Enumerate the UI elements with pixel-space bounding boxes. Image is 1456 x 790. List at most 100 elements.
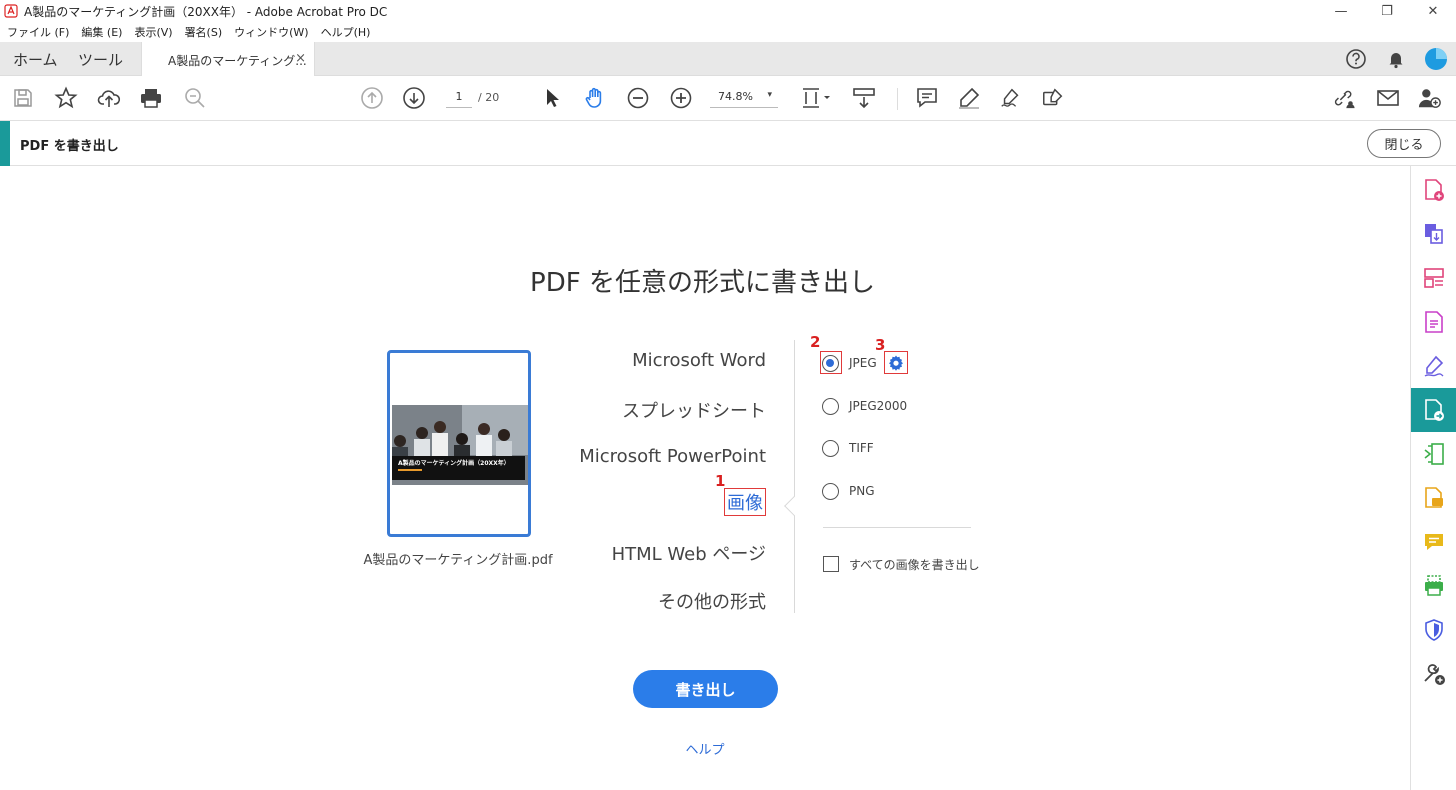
bookmark-star-icon[interactable] — [54, 86, 78, 110]
format-divider — [794, 340, 795, 613]
export-button[interactable]: 書き出し — [633, 670, 778, 708]
page-title: PDF を任意の形式に書き出し — [530, 268, 875, 298]
print-production-icon[interactable] — [1411, 564, 1456, 608]
share-link-icon[interactable] — [1332, 86, 1356, 110]
selection-pointer — [784, 496, 804, 516]
option-png[interactable]: PNG — [822, 481, 875, 501]
email-envelope-icon[interactable] — [1376, 86, 1400, 110]
accent-bar — [0, 121, 10, 166]
tab-close-button[interactable]: × — [295, 51, 306, 66]
select-cursor-icon[interactable] — [540, 86, 564, 110]
zoom-in-icon[interactable] — [669, 86, 693, 110]
menu-edit[interactable]: 編集 (E) — [81, 24, 122, 40]
page-fit-icon[interactable] — [800, 86, 832, 110]
gear-settings-icon[interactable] — [886, 353, 906, 373]
format-word[interactable]: Microsoft Word — [632, 350, 766, 371]
menu-view[interactable]: 表示(V) — [134, 24, 172, 40]
help-icon[interactable] — [1336, 48, 1376, 70]
menu-sign[interactable]: 署名(S) — [185, 24, 223, 40]
zoom-out-icon[interactable] — [626, 86, 650, 110]
comment-tool-icon[interactable] — [1411, 476, 1456, 520]
restore-button[interactable]: ❐ — [1364, 0, 1410, 22]
chevron-down-icon: ▾ — [767, 90, 772, 100]
add-user-icon[interactable] — [1418, 86, 1442, 110]
thumbnail-title: A製品のマーケティング計画（20XX年） — [398, 460, 510, 467]
notification-bell-icon[interactable] — [1376, 49, 1416, 69]
fill-sign-icon[interactable] — [1411, 344, 1456, 388]
tab-tools[interactable]: ツール — [78, 49, 123, 70]
edit-stamp-icon[interactable] — [1041, 86, 1065, 110]
search-zoom-icon[interactable] — [183, 86, 207, 110]
format-html[interactable]: HTML Web ページ — [612, 540, 766, 566]
annotation-number-1: 1 — [715, 472, 726, 490]
menu-bar: ファイル (F) 編集 (E) 表示(V) 署名(S) ウィンドウ(W) ヘルプ… — [0, 22, 1456, 42]
upload-cloud-icon[interactable] — [97, 86, 121, 110]
annotation-number-2: 2 — [810, 333, 821, 351]
tab-document[interactable]: A製品のマーケティング... × — [141, 42, 315, 76]
thumbnail-accent-line — [398, 469, 422, 471]
organize-pages-icon[interactable] — [1411, 256, 1456, 300]
next-page-icon[interactable] — [402, 86, 426, 110]
comment-note-icon[interactable] — [915, 86, 939, 110]
export-all-images-row[interactable]: すべての画像を書き出し — [823, 555, 980, 573]
radio-png[interactable] — [822, 482, 839, 500]
previous-page-icon[interactable] — [360, 86, 384, 110]
main-toolbar: 1 / 20 74.8% ▾ — [0, 76, 1456, 121]
compress-pdf-icon[interactable] — [1411, 432, 1456, 476]
save-icon[interactable] — [11, 86, 35, 110]
title-bar: A製品のマーケティング計画（20XX年） - Adobe Acrobat Pro… — [0, 0, 1456, 22]
export-all-images-label: すべての画像を書き出し — [849, 557, 980, 572]
format-other[interactable]: その他の形式 — [658, 588, 766, 614]
toolbar-divider — [897, 88, 898, 110]
minimize-button[interactable]: — — [1318, 0, 1364, 22]
create-pdf-icon[interactable] — [1411, 168, 1456, 212]
options-divider — [823, 527, 971, 528]
export-header-title: PDF を書き出し — [20, 139, 119, 154]
tools-sidebar — [1410, 166, 1456, 790]
radio-jpeg2000[interactable] — [822, 397, 839, 415]
comment-icon[interactable] — [1411, 520, 1456, 564]
format-spreadsheet[interactable]: スプレッドシート — [622, 397, 766, 423]
option-tiff-label: TIFF — [849, 441, 874, 455]
document-thumbnail: A製品のマーケティング計画（20XX年） — [387, 350, 531, 537]
export-header: PDF を書き出し 閉じる — [0, 121, 1456, 166]
option-jpeg-label: JPEG — [849, 356, 877, 370]
scroll-mode-icon[interactable] — [852, 86, 876, 110]
edit-pdf-icon[interactable] — [1411, 300, 1456, 344]
zoom-level-select[interactable]: 74.8% ▾ — [710, 90, 778, 108]
tab-bar: ホーム ツール A製品のマーケティング... × — [0, 42, 1456, 76]
help-link[interactable]: ヘルプ — [0, 739, 1410, 758]
highlight-pen-icon[interactable] — [957, 86, 981, 110]
close-button[interactable]: 閉じる — [1367, 129, 1441, 158]
option-tiff[interactable]: TIFF — [822, 438, 874, 458]
tab-document-label: A製品のマーケティング... — [168, 54, 307, 68]
menu-window[interactable]: ウィンドウ(W) — [234, 24, 308, 40]
menu-help[interactable]: ヘルプ(H) — [321, 24, 371, 40]
acrobat-app-icon — [4, 4, 18, 18]
option-png-label: PNG — [849, 484, 875, 498]
format-powerpoint[interactable]: Microsoft PowerPoint — [579, 446, 766, 467]
zoom-level-value: 74.8% — [718, 90, 753, 103]
export-pdf-icon[interactable] — [1411, 388, 1456, 432]
user-avatar[interactable] — [1416, 47, 1456, 71]
combine-files-icon[interactable] — [1411, 212, 1456, 256]
hand-tool-icon[interactable] — [583, 86, 607, 110]
print-icon[interactable] — [139, 86, 163, 110]
page-number-input[interactable]: 1 — [446, 90, 472, 108]
option-jpeg2000-label: JPEG2000 — [849, 399, 908, 413]
format-image[interactable]: 画像 — [724, 488, 766, 516]
protect-icon[interactable] — [1411, 608, 1456, 652]
more-tools-icon[interactable] — [1411, 652, 1456, 696]
export-all-images-checkbox[interactable] — [823, 556, 839, 572]
radio-tiff[interactable] — [822, 439, 839, 457]
menu-file[interactable]: ファイル (F) — [7, 24, 69, 40]
option-jpeg2000[interactable]: JPEG2000 — [822, 396, 907, 416]
radio-jpeg[interactable] — [822, 354, 839, 372]
page-total: / 20 — [478, 91, 500, 104]
option-jpeg[interactable]: JPEG — [822, 353, 877, 373]
sign-pen-icon[interactable] — [999, 86, 1023, 110]
close-window-button[interactable]: ✕ — [1410, 0, 1456, 22]
file-name: A製品のマーケティング計画.pdf — [363, 553, 553, 568]
window-title: A製品のマーケティング計画（20XX年） - Adobe Acrobat Pro… — [24, 4, 388, 19]
tab-home[interactable]: ホーム — [13, 49, 58, 70]
